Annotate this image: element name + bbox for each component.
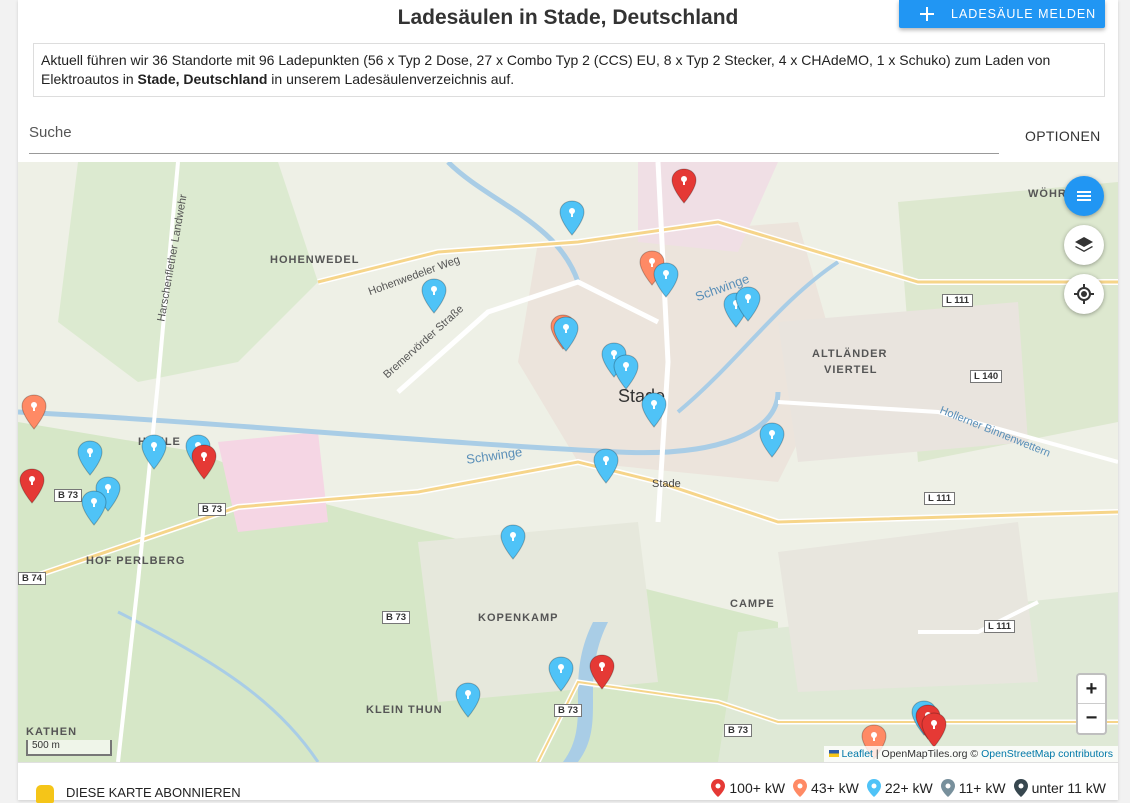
- label-hof-perlberg: HOF PERLBERG: [86, 555, 186, 567]
- shield-l140: L 140: [970, 370, 1003, 383]
- shield-b73a: B 73: [54, 489, 83, 502]
- legend-label: unter 11 kW: [1031, 780, 1106, 796]
- label-kathen: KATHEN: [26, 726, 78, 738]
- charging-station-marker[interactable]: [735, 286, 761, 322]
- map-pin-icon: [1013, 779, 1028, 797]
- charging-station-marker[interactable]: [455, 682, 481, 718]
- subscribe-label: DIESE KARTE ABONNIEREN: [66, 784, 241, 800]
- charging-station-marker[interactable]: [653, 262, 679, 298]
- bell-plus-icon: [36, 785, 54, 803]
- legend-label: 11+ kW: [958, 780, 1006, 796]
- legend-item: 22+ kW: [866, 779, 933, 797]
- scale-bar: 500 m: [26, 740, 112, 756]
- legend-label: 100+ kW: [729, 780, 786, 796]
- map[interactable]: HOHENWEDEL Stade Stade ALTLÄNDER VIERTEL…: [18, 162, 1118, 762]
- charging-station-marker[interactable]: [21, 394, 47, 430]
- shield-l111b: L 111: [924, 492, 956, 505]
- charging-station-marker[interactable]: [553, 316, 579, 352]
- info-box: Aktuell führen wir 36 Standorte mit 96 L…: [33, 43, 1105, 97]
- leaflet-link[interactable]: Leaflet: [829, 748, 873, 760]
- map-pin-icon: [711, 779, 726, 797]
- charging-station-marker[interactable]: [81, 490, 107, 526]
- osm-link[interactable]: OpenStreetMap contributors: [981, 748, 1113, 760]
- label-viertel: VIERTEL: [824, 364, 878, 376]
- shield-b74: B 74: [18, 572, 47, 585]
- legend-label: 22+ kW: [884, 780, 933, 796]
- footer: DIESE KARTE ABONNIEREN 100+ kW 43+ kW 22+ …: [18, 762, 1118, 803]
- report-station-button[interactable]: LADESÄULE MELDEN: [899, 0, 1105, 28]
- zoom-in-button[interactable]: +: [1078, 675, 1105, 704]
- charging-station-marker[interactable]: [671, 168, 697, 204]
- leaflet-link-label: Leaflet: [841, 748, 873, 760]
- shield-b73e: B 73: [724, 724, 753, 737]
- charging-station-marker[interactable]: [500, 524, 526, 560]
- power-legend: 100+ kW 43+ kW 22+ kW 11+ kW unter 11 kW: [703, 779, 1106, 797]
- charging-station-marker[interactable]: [589, 654, 615, 690]
- charging-station-marker[interactable]: [921, 712, 947, 748]
- legend-label: 43+ kW: [811, 780, 859, 796]
- list-view-button[interactable]: [1064, 176, 1104, 216]
- tiles-attribution: | OpenMapTiles.org ©: [872, 748, 982, 760]
- shield-l111a: L 111: [942, 294, 974, 307]
- map-pin-icon: [793, 779, 808, 797]
- info-place: Stade, Deutschland: [137, 71, 268, 87]
- map-pin-icon: [866, 779, 881, 797]
- locate-button[interactable]: [1064, 274, 1104, 314]
- shield-b73c: B 73: [382, 611, 411, 624]
- layers-icon: [1075, 237, 1093, 252]
- zoom-control: + −: [1076, 673, 1107, 735]
- charging-station-marker[interactable]: [613, 354, 639, 390]
- map-pin-icon: [940, 779, 955, 797]
- main-card: Ladesäulen in Stade, Deutschland LADESÄU…: [18, 0, 1118, 803]
- charging-station-marker[interactable]: [191, 444, 217, 480]
- info-suffix: in unserem Ladesäulenverzeichnis auf.: [267, 71, 515, 87]
- label-stade-station: Stade: [652, 478, 681, 490]
- shield-l111c: L 111: [984, 620, 1016, 633]
- legend-item: 11+ kW: [940, 779, 1006, 797]
- list-icon: [1077, 191, 1091, 201]
- label-altlaender: ALTLÄNDER: [812, 348, 888, 360]
- charging-station-marker[interactable]: [141, 434, 167, 470]
- label-kopenkamp: KOPENKAMP: [478, 612, 559, 624]
- charging-station-marker[interactable]: [77, 440, 103, 476]
- charging-station-marker[interactable]: [641, 392, 667, 428]
- search-field: [29, 118, 999, 154]
- options-button[interactable]: OPTIONEN: [1025, 128, 1101, 144]
- zoom-out-button[interactable]: −: [1078, 704, 1105, 733]
- legend-item: 100+ kW: [711, 779, 785, 797]
- charging-station-marker[interactable]: [759, 422, 785, 458]
- leaflet-flag-icon: [829, 750, 840, 757]
- map-attribution: Leaflet | OpenMapTiles.org © OpenStreetM…: [824, 746, 1118, 762]
- locate-icon: [1074, 284, 1094, 304]
- label-klein-thun: KLEIN THUN: [366, 704, 443, 716]
- shield-b73b: B 73: [198, 503, 227, 516]
- report-station-label: LADESÄULE MELDEN: [951, 7, 1097, 21]
- subscribe-map-button[interactable]: DIESE KARTE ABONNIEREN: [36, 783, 241, 803]
- charging-station-marker[interactable]: [19, 468, 45, 504]
- layers-button[interactable]: [1064, 225, 1104, 265]
- charging-station-marker[interactable]: [421, 278, 447, 314]
- label-woehr: WÖHR: [1028, 188, 1067, 200]
- charging-station-marker[interactable]: [593, 448, 619, 484]
- shield-b73d: B 73: [554, 704, 583, 717]
- charging-station-marker[interactable]: [548, 656, 574, 692]
- legend-item: 43+ kW: [793, 779, 859, 797]
- legend-item: unter 11 kW: [1013, 779, 1106, 797]
- search-input[interactable]: [29, 118, 999, 146]
- charging-station-marker[interactable]: [559, 200, 585, 236]
- plus-icon: [917, 4, 937, 24]
- label-hohenwedel: HOHENWEDEL: [270, 254, 360, 266]
- label-campe: CAMPE: [730, 598, 775, 610]
